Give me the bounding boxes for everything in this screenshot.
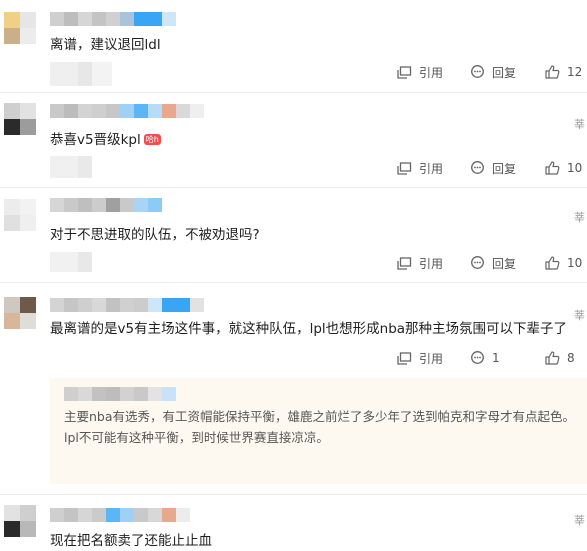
- like-button[interactable]: 10: [545, 254, 582, 272]
- comment-bubble-icon: [471, 351, 484, 364]
- quote-icon: [397, 351, 412, 365]
- timestamp: 莘: [574, 309, 585, 322]
- username-blurred[interactable]: [50, 298, 204, 312]
- quote-button[interactable]: 引用: [397, 254, 443, 272]
- like-button[interactable]: 10: [545, 159, 582, 177]
- comment-bubble-icon: [471, 65, 484, 78]
- quote-icon: [397, 65, 412, 79]
- quote-label: 引用: [419, 161, 444, 176]
- quote-icon: [397, 161, 412, 175]
- like-count: 10: [567, 256, 583, 270]
- like-button[interactable]: 12: [545, 63, 582, 81]
- quote-label: 引用: [419, 351, 444, 366]
- username-blurred[interactable]: [50, 508, 190, 522]
- comment-actions: 引用 回复 12: [0, 63, 587, 81]
- comment-text: 对于不思进取的队伍，不被劝退吗?: [50, 227, 260, 243]
- reply-username-blurred[interactable]: [64, 387, 176, 401]
- reply-count: 1: [492, 351, 500, 365]
- comment-text-content: 恭喜v5晋级kpl: [50, 132, 141, 148]
- timestamp: 莘: [574, 514, 585, 527]
- comment-text: 恭喜v5晋级kpl 哈h: [50, 131, 161, 149]
- quote-button[interactable]: 引用: [397, 159, 443, 177]
- quote-icon: [397, 256, 412, 270]
- comment-text: 现在把名额卖了还能止止血: [50, 533, 212, 549]
- comment-bubble-icon: [471, 256, 484, 269]
- like-button[interactable]: 8: [545, 349, 575, 367]
- thumbs-up-icon: [545, 65, 560, 79]
- divider: [0, 494, 587, 495]
- username-blurred[interactable]: [50, 12, 176, 26]
- reply-button[interactable]: 回复: [470, 63, 516, 81]
- divider: [0, 282, 587, 283]
- quote-button[interactable]: 引用: [397, 63, 443, 81]
- divider: [0, 187, 587, 188]
- level-badge: 哈h: [143, 134, 161, 145]
- username-blurred[interactable]: [50, 198, 162, 212]
- avatar[interactable]: [4, 103, 36, 135]
- avatar[interactable]: [4, 505, 36, 537]
- thumbs-up-icon: [545, 161, 560, 175]
- reply-label: 回复: [492, 65, 517, 80]
- reply-button[interactable]: 回复: [470, 159, 516, 177]
- avatar[interactable]: [4, 12, 36, 44]
- comment-text: 离谱，建议退回ldl: [50, 37, 161, 53]
- quote-label: 引用: [419, 65, 444, 80]
- thumbs-up-icon: [545, 256, 560, 270]
- comment-text: 最离谱的是v5有主场这件事，就这种队伍，lpl也想形成nba那种主场氛围可以下辈…: [50, 321, 568, 337]
- like-count: 10: [567, 161, 583, 175]
- username-blurred[interactable]: [50, 104, 204, 118]
- quote-label: 引用: [419, 256, 444, 271]
- avatar[interactable]: [4, 297, 36, 329]
- comment-actions: 引用 回复 10: [0, 254, 587, 272]
- reply-label: 回复: [492, 161, 517, 176]
- quote-button[interactable]: 引用: [397, 349, 443, 367]
- divider: [0, 92, 587, 93]
- reply-button[interactable]: 回复: [470, 254, 516, 272]
- reply-label: 回复: [492, 256, 517, 271]
- comment-actions: 引用 回复 10: [0, 159, 587, 177]
- comment-bubble-icon: [471, 161, 484, 174]
- like-count: 8: [567, 351, 575, 365]
- thumbs-up-icon: [545, 351, 560, 365]
- comment-actions: 引用 1 8: [0, 349, 587, 367]
- avatar[interactable]: [4, 199, 36, 231]
- reply-text: 主要nba有选秀，有工资帽能保持平衡，雄鹿之前烂了多少年了选到帕克和字母才有点起…: [64, 409, 576, 445]
- reply-thread: 主要nba有选秀，有工资帽能保持平衡，雄鹿之前烂了多少年了选到帕克和字母才有点起…: [50, 378, 587, 484]
- like-count: 12: [567, 65, 583, 79]
- reply-button[interactable]: 1: [470, 349, 500, 367]
- timestamp: 莘: [574, 118, 585, 131]
- timestamp: 莘: [574, 211, 585, 224]
